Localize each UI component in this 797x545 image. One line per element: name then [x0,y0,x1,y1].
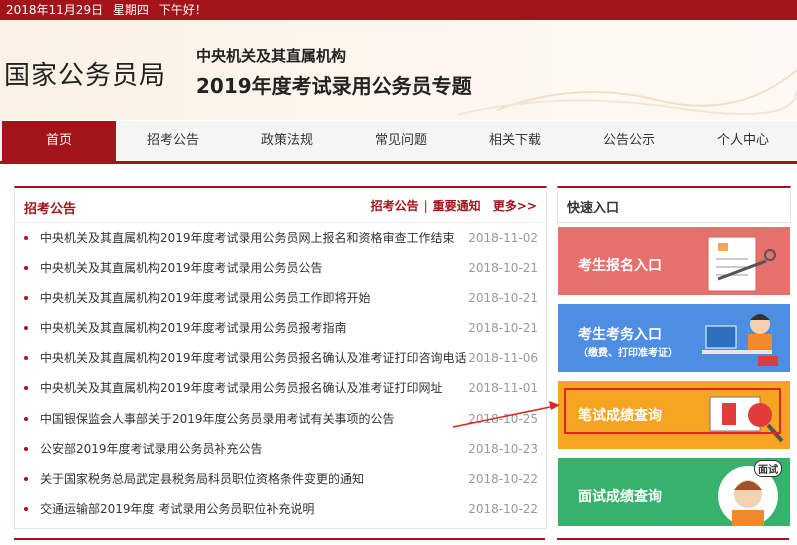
quick-entry-header: 快速入口 [557,186,791,223]
agency-logo-text[interactable]: 国家公务员局 [4,55,166,92]
weekday-text: 星期四 [112,3,149,17]
bullet-icon [24,386,28,390]
news-date: 2018-10-23 [468,442,538,456]
news-date: 2018-10-21 [468,261,538,275]
registration-entry-label: 考生报名入口 [578,258,662,274]
nav-announcements[interactable]: 公告公示 [572,121,686,161]
nav-recruitment-notices[interactable]: 招考公告 [116,121,230,161]
bullet-icon [24,296,28,300]
news-link[interactable]: 中央机关及其直属机构2019年度考试录用公务员网上报名和资格审查工作结束 [40,223,455,253]
notices-panel: 招考公告 招考公告 | 重要通知 更多>> 中央机关及其直属机构2019年度考试录用… [14,186,547,529]
divider [14,538,545,540]
list-item: 中央机关及其直属机构2019年度考试录用公务员网上报名和资格审查工作结束 201… [15,223,546,253]
header-subtitle: 中央机关及其直属机构 [196,47,347,65]
top-bar: 2018年11月29日 星期四 下午好！ [0,0,797,20]
link-recruitment-notices[interactable]: 招考公告 [371,199,419,213]
list-item: 中央机关及其直属机构2019年度考试录用公务员报考指南 2018-10-21 [15,313,546,343]
news-date: 2018-10-22 [468,472,538,486]
exam-affairs-entry-sublabel: （缴费、打印准考证） [578,348,678,359]
bullet-icon [24,447,28,451]
news-link[interactable]: 中国银保监会人事部关于2019年度公务员录用考试有关事项的公告 [40,404,395,434]
divider [557,538,789,540]
news-link[interactable]: 中央机关及其直属机构2019年度考试录用公务员公告 [40,253,323,283]
site-header: 国家公务员局 中央机关及其直属机构 2019年度考试录用公务员专题 [0,20,797,120]
list-item: 中央机关及其直属机构2019年度考试录用公务员公告 2018-10-21 [15,253,546,283]
interview-score-query-button[interactable]: 面试成绩查询 面试 [558,458,790,526]
list-item: 中央机关及其直属机构2019年度考试录用公务员报名确认及准考证打印网址 2018… [15,373,546,403]
page-title: 2019年度考试录用公务员专题 [196,74,472,98]
notices-title: 招考公告 [24,202,77,217]
highlight-box [564,388,781,434]
news-date: 2018-11-02 [468,231,538,245]
notices-links: 招考公告 | 重要通知 更多>> [371,197,537,214]
quick-entry-title: 快速入口 [567,201,620,216]
registration-entry-button[interactable]: 考生报名入口 [558,227,790,295]
list-item: 中央机关及其直属机构2019年度考试录用公务员报名确认及准考证打印咨询电话 20… [15,343,546,373]
news-link[interactable]: 中央机关及其直属机构2019年度考试录用公务员报名确认及准考证打印咨询电话 [40,343,467,373]
list-item: 中央机关及其直属机构2019年度考试录用公务员工作即将开始 2018-10-21 [15,283,546,313]
greeting-text: 下午好！ [158,3,207,17]
list-item: 中国银保监会人事部关于2019年度公务员录用考试有关事项的公告 2018-10-… [15,404,546,434]
link-important-notices[interactable]: 重要通知 [433,199,481,213]
bullet-icon [24,356,28,360]
list-item: 公安部2019年度考试录用公务员补充公告 2018-10-23 [15,434,546,464]
links-separator: | [423,199,428,213]
nav-downloads[interactable]: 相关下载 [458,121,572,161]
notices-header: 招考公告 招考公告 | 重要通知 更多>> [15,188,546,223]
interview-badge: 面试 [754,460,782,477]
main-nav: 首页 招考公告 政策法规 常见问题 相关下载 公告公示 个人中心 [0,121,797,164]
bullet-icon [24,477,28,481]
registration-form-icon [707,236,776,292]
news-link[interactable]: 中央机关及其直属机构2019年度考试录用公务员报名确认及准考证打印网址 [40,373,443,403]
news-link[interactable]: 关于国家税务总局武定县税务局科员职位资格条件变更的通知 [40,464,364,494]
news-date: 2018-10-25 [468,412,538,426]
list-item: 交通运输部2019年度 考试录用公务员职位补充说明 2018-10-22 [15,494,546,524]
news-link[interactable]: 中央机关及其直属机构2019年度考试录用公务员工作即将开始 [40,283,371,313]
interview-score-query-label: 面试成绩查询 [578,489,662,505]
news-date: 2018-10-21 [468,291,538,305]
bullet-icon [24,326,28,330]
exam-affairs-entry-label: 考生考务入口 [578,327,662,343]
news-link[interactable]: 交通运输部2019年度 考试录用公务员职位补充说明 [40,494,314,524]
nav-faq[interactable]: 常见问题 [344,121,458,161]
bullet-icon [24,266,28,270]
nav-personal-center[interactable]: 个人中心 [686,121,797,161]
news-link[interactable]: 中央机关及其直属机构2019年度考试录用公务员报考指南 [40,313,347,343]
bullet-icon [24,417,28,421]
bullet-icon [24,507,28,511]
news-link[interactable]: 公安部2019年度考试录用公务员补充公告 [40,434,263,464]
news-date: 2018-10-22 [468,502,538,516]
exam-affairs-entry-button[interactable]: 考生考务入口 （缴费、打印准考证） [558,304,790,372]
student-at-desk-icon [702,314,778,366]
nav-home[interactable]: 首页 [2,121,116,161]
date-text: 2018年11月29日 [6,3,104,17]
bullet-icon [24,236,28,240]
news-date: 2018-11-06 [468,351,538,365]
nav-policies[interactable]: 政策法规 [230,121,344,161]
more-link[interactable]: 更多>> [493,199,537,213]
list-item: 关于国家税务总局武定县税务局科员职位资格条件变更的通知 2018-10-22 [15,464,546,494]
news-date: 2018-11-01 [468,381,538,395]
news-date: 2018-10-21 [468,321,538,335]
